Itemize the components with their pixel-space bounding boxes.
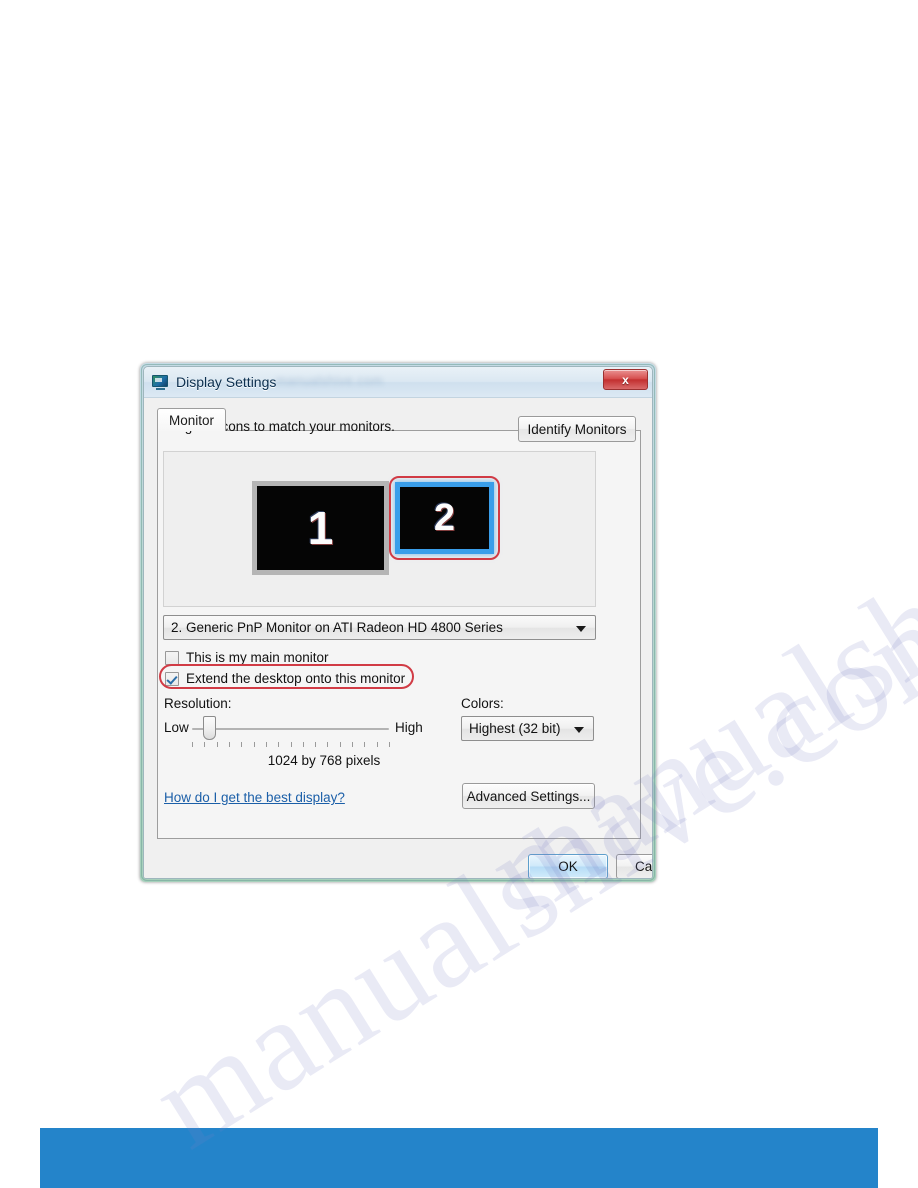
monitor-icon-1[interactable]: 1 [252, 481, 389, 575]
monitor-select-value: 2. Generic PnP Monitor on ATI Radeon HD … [171, 620, 503, 635]
resolution-label: Resolution: [164, 696, 232, 711]
slider-tick [204, 742, 206, 747]
resolution-slider-ticks [192, 742, 390, 748]
slider-tick [364, 742, 366, 747]
resolution-slider[interactable] [192, 716, 389, 740]
cancel-button[interactable]: Cancel [616, 854, 652, 878]
slider-tick [339, 742, 341, 747]
prompt-row: Drag the icons to match your monitors. I… [163, 416, 636, 442]
slider-tick [265, 742, 267, 747]
window-inner: Display Settings manualshive.com x Monit… [143, 366, 653, 879]
close-icon[interactable]: x [603, 369, 648, 390]
monitor-preview-canvas[interactable]: 1 2 [163, 451, 596, 607]
slider-tick [376, 742, 378, 747]
advanced-settings-button[interactable]: Advanced Settings... [462, 783, 595, 809]
extend-desktop-checkbox[interactable] [165, 671, 179, 686]
main-monitor-checkbox[interactable] [165, 650, 179, 665]
slider-tick [192, 742, 193, 747]
page-footer-bar [40, 1128, 878, 1188]
colors-select-value: Highest (32 bit) [469, 721, 561, 736]
colors-label: Colors: [461, 696, 504, 711]
resolution-slider-track [192, 728, 389, 730]
extend-desktop-checkbox-label: Extend the desktop onto this monitor [186, 671, 406, 686]
resolution-slider-thumb[interactable] [203, 716, 217, 740]
main-monitor-checkbox-label: This is my main monitor [186, 650, 329, 665]
slider-tick [241, 742, 243, 747]
tab-monitor[interactable]: Monitor [157, 408, 227, 431]
slider-tick [302, 742, 304, 747]
dialog-body: Monitor Drag the icons to match your mon… [144, 398, 652, 878]
ok-button[interactable]: OK [528, 854, 608, 878]
window-title: Display Settings [176, 374, 277, 390]
resolution-high-label: High [395, 720, 423, 735]
display-monitor-icon [152, 374, 169, 390]
chevron-down-icon [576, 625, 586, 632]
monitor-icon-2[interactable]: 2 [395, 482, 494, 554]
monitor-number-2: 2 [433, 497, 456, 539]
identify-monitors-button[interactable]: Identify Monitors [518, 416, 636, 442]
main-monitor-checkbox-row[interactable]: This is my main monitor [165, 648, 329, 667]
best-display-help-link[interactable]: How do I get the best display? [164, 790, 345, 805]
extend-desktop-checkbox-row[interactable]: Extend the desktop onto this monitor [165, 669, 405, 688]
title-bar-watermark: manualshive.com [276, 373, 384, 388]
colors-select[interactable]: Highest (32 bit) [461, 716, 594, 741]
slider-tick [315, 742, 317, 747]
slider-tick [228, 742, 230, 747]
display-settings-window: Display Settings manualshive.com x Monit… [140, 363, 656, 882]
slider-tick [278, 742, 280, 747]
slider-tick [290, 742, 292, 747]
slider-tick [216, 742, 218, 747]
slider-tick [352, 742, 354, 747]
slider-tick [327, 742, 329, 747]
resolution-low-label: Low [164, 720, 189, 735]
slider-tick [253, 742, 255, 747]
resolution-value-text: 1024 by 768 pixels [267, 753, 381, 768]
monitor-number-1: 1 [307, 502, 334, 554]
chevron-down-icon [574, 726, 584, 733]
slider-tick [389, 742, 390, 747]
monitor-select[interactable]: 2. Generic PnP Monitor on ATI Radeon HD … [163, 615, 596, 640]
title-bar[interactable]: Display Settings manualshive.com x [144, 367, 652, 398]
